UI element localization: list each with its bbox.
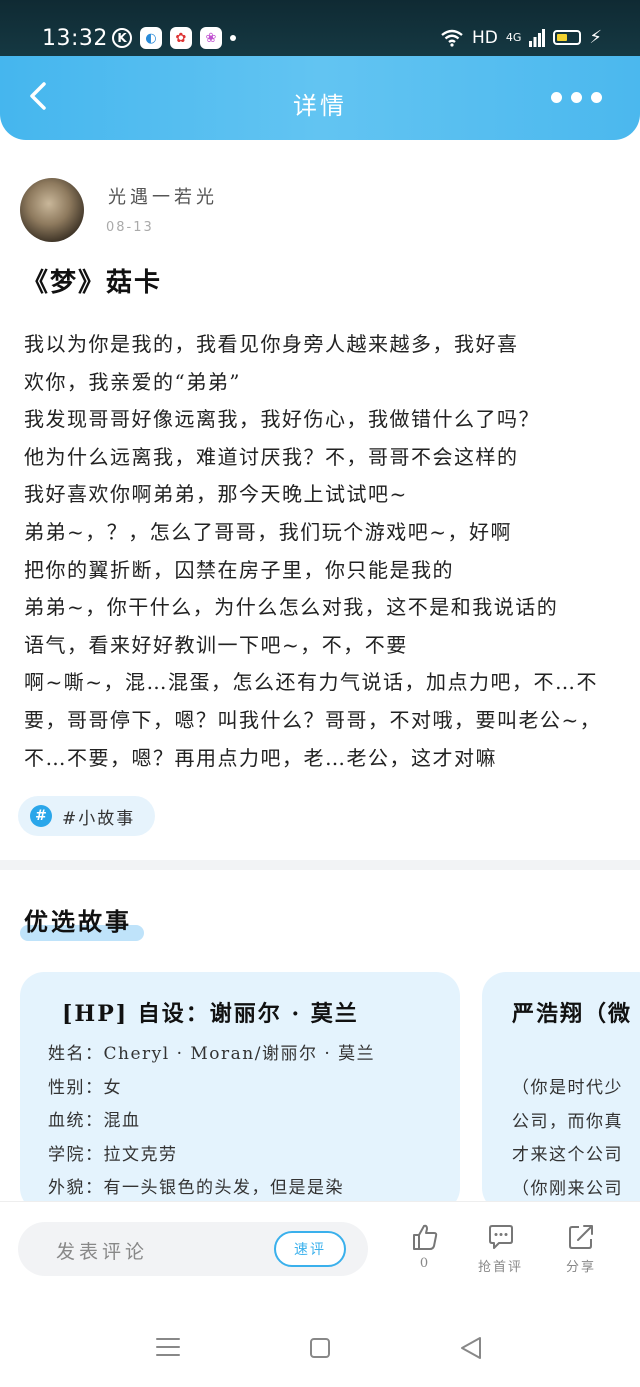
comment-input[interactable]: 发表评论 速评 (18, 1222, 368, 1276)
excerpt-line: 公司，而你真 (512, 1111, 623, 1132)
signal-type: 4G (505, 31, 522, 44)
quick-comment-button[interactable]: 速评 (274, 1231, 346, 1267)
post-title: 《梦》菇卡 (22, 268, 163, 298)
body-line: 我以为你是我的，我看见你身旁人越来越多，我好喜 (24, 332, 519, 356)
grab-first-comment-button[interactable]: 抢首评 (478, 1222, 523, 1275)
story-card-title: [HP] 自设：谢丽尔 · 莫兰 (62, 1001, 359, 1027)
home-icon[interactable] (309, 1337, 331, 1359)
page-title: 详情 (293, 92, 347, 120)
section-title: 优选故事 (24, 907, 132, 936)
status-indicators: HD 4G ⚡ (440, 27, 602, 48)
battery-icon (553, 30, 582, 45)
body-line: 语气，看来好好教训一下吧~，不，不要 (24, 632, 408, 657)
story-card-excerpt: 姓名：Cheryl · Moran/谢丽尔 · 莫兰 性别：女 血统：混血 学院… (48, 1038, 375, 1206)
status-app-icons: K ◐ ✿ ❀ (112, 27, 236, 49)
like-count: 0 (419, 1256, 431, 1271)
recent-apps-icon[interactable] (155, 1335, 181, 1359)
body-line: 欢你，我亲爱的“弟弟” (24, 369, 241, 394)
hashtag-icon: # (30, 805, 52, 827)
story-card[interactable]: [HP] 自设：谢丽尔 · 莫兰 姓名：Cheryl · Moran/谢丽尔 ·… (20, 972, 460, 1212)
status-bar: 13:32 K ◐ ✿ ❀ HD 4G ⚡ (0, 0, 640, 62)
share-label: 分享 (566, 1260, 597, 1275)
comment-placeholder: 发表评论 (56, 1241, 149, 1263)
wifi-icon (441, 29, 463, 47)
body-line: 我发现哥哥好像远离我，我好伤心，我做错什么了吗？ (24, 407, 540, 432)
grab-first-comment-label: 抢首评 (478, 1260, 524, 1275)
body-line: 弟弟~，？，怎么了哥哥，我们玩个游戏吧~，好啊 (24, 519, 513, 544)
charging-icon: ⚡ (589, 27, 602, 48)
excerpt-line: 性别：女 (48, 1077, 122, 1098)
signal-icon (529, 28, 546, 47)
more-options-icon[interactable] (551, 92, 602, 103)
thumbs-up-icon (413, 1224, 438, 1250)
story-card[interactable]: 严浩翔（微 （你是时代少 公司，而你真 才来这个公司 （你刚来公司 (482, 972, 640, 1212)
story-card-title: 严浩翔（微 (512, 1001, 633, 1027)
excerpt-line: 学院：拉文克劳 (48, 1144, 178, 1165)
tag-label: #小故事 (62, 808, 136, 829)
body-line: 他为什么远离我，难道讨厌我？不，哥哥不会这样的 (24, 444, 519, 469)
status-time: 13:32 (42, 26, 108, 51)
excerpt-line: 姓名：Cheryl · Moran/谢丽尔 · 莫兰 (48, 1044, 376, 1064)
top-header: 详情 (0, 56, 640, 140)
body-line: 啊~嘶~，混…混蛋，怎么还有力气说话，加点力吧，不…不 (24, 670, 599, 695)
photo-icon: ❀ (200, 27, 222, 49)
excerpt-line: 血统：混血 (48, 1111, 141, 1131)
topic-tag[interactable]: # #小故事 (18, 796, 156, 836)
more-notifications-dot (230, 35, 236, 41)
section-divider (0, 860, 640, 870)
share-button[interactable]: 分享 (566, 1222, 596, 1275)
network-type: HD (471, 27, 498, 48)
body-line: 把你的翼折断，囚禁在房子里，你只能是我的 (24, 557, 454, 582)
k-icon: K (112, 28, 132, 48)
bottom-action-bar: 发表评论 速评 0 抢首评 分享 (0, 1201, 640, 1299)
like-button[interactable]: 0 (410, 1222, 440, 1271)
body-line: 要，哥哥停下，嗯？叫我什么？哥哥，不对哦，要叫老公~， (24, 707, 602, 732)
body-line: 不…不要，嗯？再用点力吧，老…老公，这才对嘛 (24, 745, 497, 770)
share-icon (569, 1225, 593, 1249)
back-triangle-icon[interactable] (458, 1335, 484, 1361)
body-line: 我好喜欢你啊弟弟，那今天晚上试试吧~ (24, 482, 408, 507)
post-date: 08-13 (106, 220, 154, 235)
system-nav-bar (0, 1299, 640, 1387)
excerpt-line: 才来这个公司 (512, 1145, 623, 1165)
avatar[interactable] (20, 178, 84, 242)
comment-bubble-icon (488, 1225, 513, 1249)
author-name[interactable]: 光遇一若光 (108, 183, 218, 209)
body-line: 弟弟~，你干什么，为什么怎么对我，这不是和我说话的 (24, 595, 559, 620)
excerpt-line: （你是时代少 (512, 1078, 623, 1098)
story-card-excerpt: （你是时代少 公司，而你真 才来这个公司 （你刚来公司 (512, 1072, 623, 1206)
browser-icon: ◐ (140, 27, 162, 49)
baidu-icon: ✿ (170, 27, 192, 49)
post-body: 我以为你是我的，我看见你身旁人越来越多，我好喜 欢你，我亲爱的“弟弟” 我发现哥… (24, 326, 620, 777)
